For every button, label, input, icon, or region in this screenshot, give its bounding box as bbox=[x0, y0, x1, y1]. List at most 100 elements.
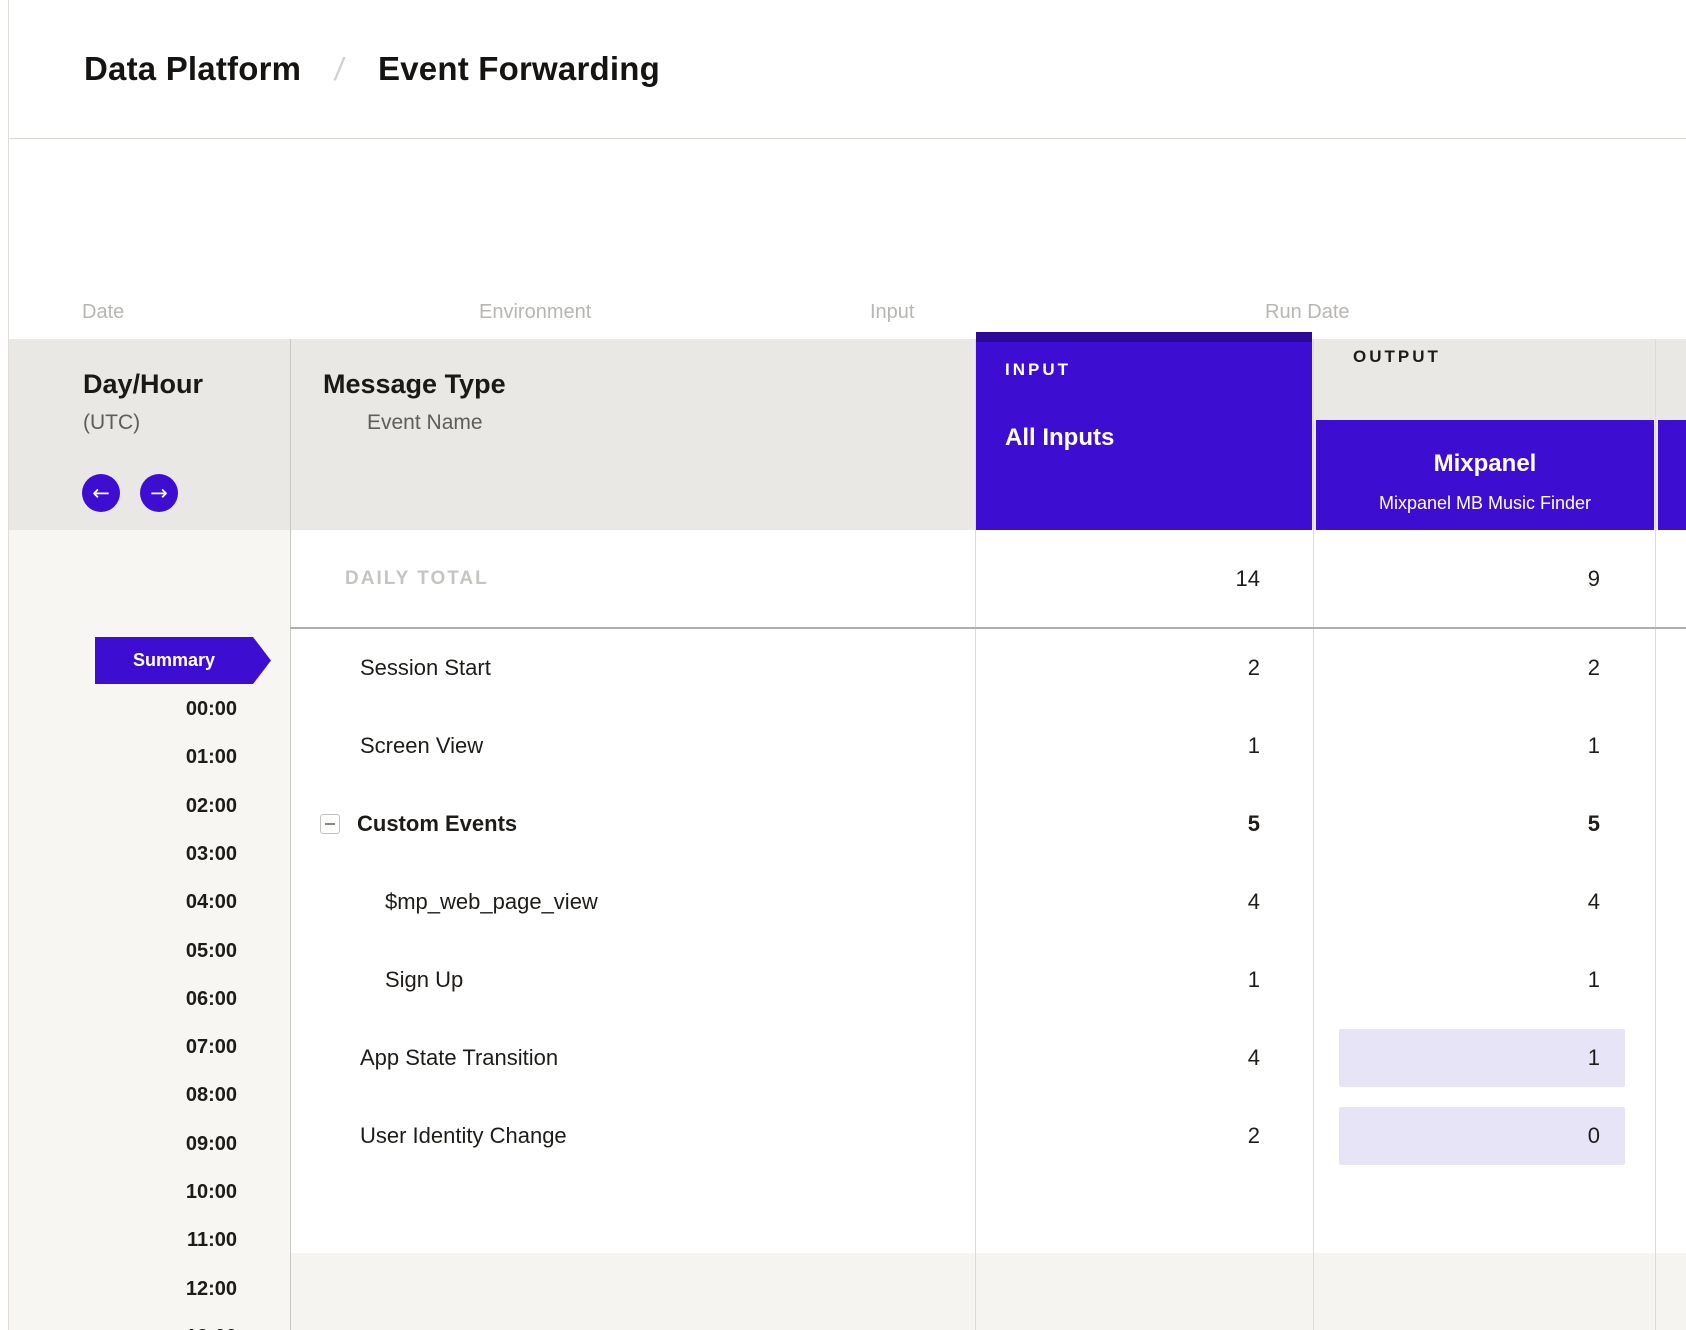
hour-label[interactable]: 11:00 bbox=[187, 1226, 237, 1254]
input-count-cell: 5 bbox=[975, 785, 1313, 863]
output-count: 1 bbox=[1588, 733, 1600, 759]
daily-total-row: DAILY TOTAL 14 9 bbox=[290, 530, 1686, 627]
column-divider bbox=[1313, 339, 1314, 1330]
input-column-selection: All Inputs bbox=[1005, 425, 1114, 451]
input-count-cell: 1 bbox=[975, 941, 1313, 1019]
hour-label[interactable]: 02:00 bbox=[186, 792, 237, 820]
date-label: Date bbox=[82, 301, 124, 324]
table-footer-area bbox=[290, 1253, 1686, 1330]
hour-label[interactable]: 08:00 bbox=[186, 1081, 237, 1109]
input-count: 4 bbox=[1248, 889, 1260, 915]
hour-label[interactable]: 03:00 bbox=[186, 840, 237, 868]
input-count: 1 bbox=[1248, 733, 1260, 759]
daily-total-input: 14 bbox=[1236, 566, 1260, 592]
table-body: Session Start 2 2 Screen View 1 1 Custom Event… bbox=[290, 629, 1686, 1175]
output-count: 1 bbox=[1588, 1045, 1600, 1071]
output-count-cell: 1 bbox=[1313, 707, 1655, 785]
hour-label[interactable]: 06:00 bbox=[186, 985, 237, 1013]
highlighted-cell[interactable] bbox=[1339, 1029, 1625, 1087]
run-date-label: Run Date bbox=[1265, 301, 1350, 324]
day-hour-subtitle: (UTC) bbox=[83, 409, 140, 437]
input-count-cell: 2 bbox=[975, 1097, 1313, 1175]
output-count: 4 bbox=[1588, 889, 1600, 915]
output-count: 5 bbox=[1588, 811, 1600, 837]
hour-label[interactable]: 01:00 bbox=[186, 743, 237, 771]
filter-bar: Date 08/08/2025 Environment Development … bbox=[9, 139, 1686, 340]
row-label: User Identity Change bbox=[360, 1123, 567, 1149]
table-row: User Identity Change 2 0 bbox=[290, 1097, 1686, 1175]
message-type-title: Message Type bbox=[323, 368, 506, 400]
highlighted-cell[interactable] bbox=[1339, 1107, 1625, 1165]
partial-column-cell bbox=[1655, 629, 1686, 707]
hour-label[interactable]: 07:00 bbox=[186, 1033, 237, 1061]
partial-column-cell bbox=[1655, 863, 1686, 941]
breadcrumb-section[interactable]: Data Platform bbox=[84, 50, 301, 88]
table-row: Screen View 1 1 bbox=[290, 707, 1686, 785]
output-subtitle: Mixpanel MB Music Finder bbox=[1316, 492, 1654, 514]
input-count: 2 bbox=[1248, 1123, 1260, 1149]
input-count-cell: 2 bbox=[975, 629, 1313, 707]
hour-label[interactable]: 10:00 bbox=[186, 1178, 237, 1206]
input-count: 5 bbox=[1248, 811, 1260, 837]
table-row: App State Transition 4 1 bbox=[290, 1019, 1686, 1097]
next-output-block-partial bbox=[1658, 420, 1686, 530]
arrow-right-icon: → bbox=[150, 481, 168, 505]
hour-label[interactable]: 05:00 bbox=[186, 937, 237, 965]
input-count: 1 bbox=[1248, 967, 1260, 993]
hour-label[interactable]: 00:00 bbox=[186, 695, 237, 723]
row-label: App State Transition bbox=[360, 1045, 558, 1071]
day-hour-sidebar: Summary 00:00 01:00 02:00 03:00 04:00 05:00 06… bbox=[9, 530, 290, 1330]
partial-column-cell bbox=[1655, 707, 1686, 785]
input-count-cell: 4 bbox=[975, 1019, 1313, 1097]
output-count-cell: 5 bbox=[1313, 785, 1655, 863]
hour-label[interactable]: 13:00 bbox=[186, 1323, 237, 1330]
collapse-minus-icon[interactable] bbox=[320, 814, 340, 834]
summary-flag[interactable]: Summary bbox=[95, 637, 271, 684]
previous-day-button[interactable]: ← bbox=[82, 474, 120, 512]
output-column-header: OUTPUT bbox=[1353, 347, 1441, 367]
output-count-cell: 0 bbox=[1313, 1097, 1655, 1175]
column-divider bbox=[1655, 339, 1656, 1330]
output-count-cell: 1 bbox=[1313, 941, 1655, 1019]
page-left-border bbox=[8, 0, 9, 1330]
partial-column-cell bbox=[1655, 785, 1686, 863]
breadcrumb: Data Platform / Event Forwarding bbox=[9, 0, 1686, 139]
output-mixpanel-block[interactable]: Mixpanel Mixpanel MB Music Finder bbox=[1316, 420, 1654, 530]
hour-label[interactable]: 04:00 bbox=[186, 888, 237, 916]
partial-column-cell bbox=[1655, 1097, 1686, 1175]
input-label: Input bbox=[870, 301, 914, 324]
input-count: 4 bbox=[1248, 1045, 1260, 1071]
hour-label[interactable]: 12:00 bbox=[186, 1275, 237, 1303]
row-label: Session Start bbox=[360, 655, 491, 681]
event-name-subtitle: Event Name bbox=[367, 409, 483, 437]
partial-column-cell bbox=[1655, 1019, 1686, 1097]
input-column-header: INPUT bbox=[1005, 360, 1071, 380]
output-count: 0 bbox=[1588, 1123, 1600, 1149]
input-count: 2 bbox=[1248, 655, 1260, 681]
arrow-left-icon: ← bbox=[92, 481, 110, 505]
output-name: Mixpanel bbox=[1316, 450, 1654, 478]
input-count-cell: 1 bbox=[975, 707, 1313, 785]
daily-total-output: 9 bbox=[1588, 566, 1600, 592]
output-count-cell: 4 bbox=[1313, 863, 1655, 941]
table-row: Sign Up 1 1 bbox=[290, 941, 1686, 1019]
output-count-cell: 1 bbox=[1313, 1019, 1655, 1097]
row-label: Sign Up bbox=[385, 967, 463, 993]
next-day-button[interactable]: → bbox=[140, 474, 178, 512]
partial-column-cell bbox=[1655, 941, 1686, 1019]
row-label: $mp_web_page_view bbox=[385, 889, 598, 915]
input-count-cell: 4 bbox=[975, 863, 1313, 941]
table-row: Custom Events 5 5 bbox=[290, 785, 1686, 863]
table-row: $mp_web_page_view 4 4 bbox=[290, 863, 1686, 941]
input-column-block[interactable]: INPUT All Inputs bbox=[976, 332, 1312, 530]
breadcrumb-separator: / bbox=[333, 51, 347, 88]
daily-total-label: DAILY TOTAL bbox=[290, 568, 489, 590]
environment-label: Environment bbox=[479, 301, 591, 324]
row-label: Screen View bbox=[360, 733, 483, 759]
event-forwarding-page: Data Platform / Event Forwarding Date 08… bbox=[0, 0, 1686, 1330]
day-hour-title: Day/Hour bbox=[83, 368, 203, 400]
output-count: 2 bbox=[1588, 655, 1600, 681]
daily-total-divider bbox=[290, 627, 1686, 629]
row-label: Custom Events bbox=[357, 811, 517, 837]
hour-label[interactable]: 09:00 bbox=[186, 1130, 237, 1158]
